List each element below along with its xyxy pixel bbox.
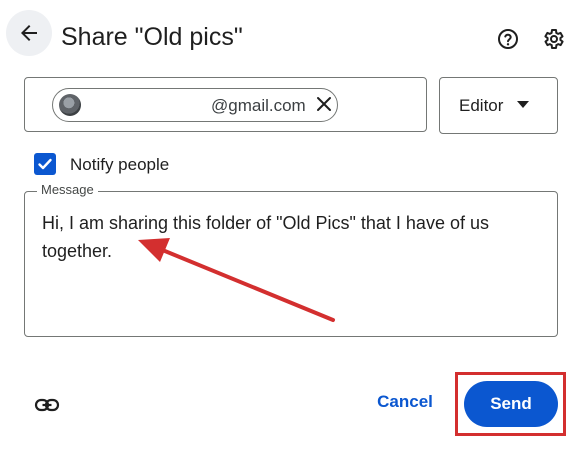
link-icon — [34, 398, 60, 412]
settings-button[interactable] — [540, 26, 566, 52]
avatar — [59, 94, 81, 116]
notify-checkbox[interactable] — [34, 153, 56, 175]
recipient-email: @gmail.com — [211, 96, 306, 115]
help-button[interactable] — [495, 26, 521, 52]
send-button[interactable]: Send — [464, 381, 558, 427]
caret-down-icon — [517, 101, 529, 108]
role-selected-value: Editor — [459, 96, 504, 115]
help-circle-icon — [498, 29, 518, 49]
remove-recipient-button[interactable] — [314, 94, 334, 114]
back-button[interactable] — [6, 10, 52, 56]
close-icon — [317, 97, 331, 111]
message-legend: Message — [37, 182, 98, 197]
notify-label: Notify people — [70, 155, 170, 174]
copy-link-button[interactable] — [33, 391, 61, 419]
page-title: Share "Old pics" — [61, 23, 243, 51]
cancel-button[interactable]: Cancel — [372, 392, 438, 412]
gear-icon — [544, 29, 564, 49]
check-icon — [38, 158, 52, 170]
arrow-back-icon — [21, 25, 37, 41]
message-text[interactable]: Hi, I am sharing this folder of "Old Pic… — [42, 209, 542, 265]
